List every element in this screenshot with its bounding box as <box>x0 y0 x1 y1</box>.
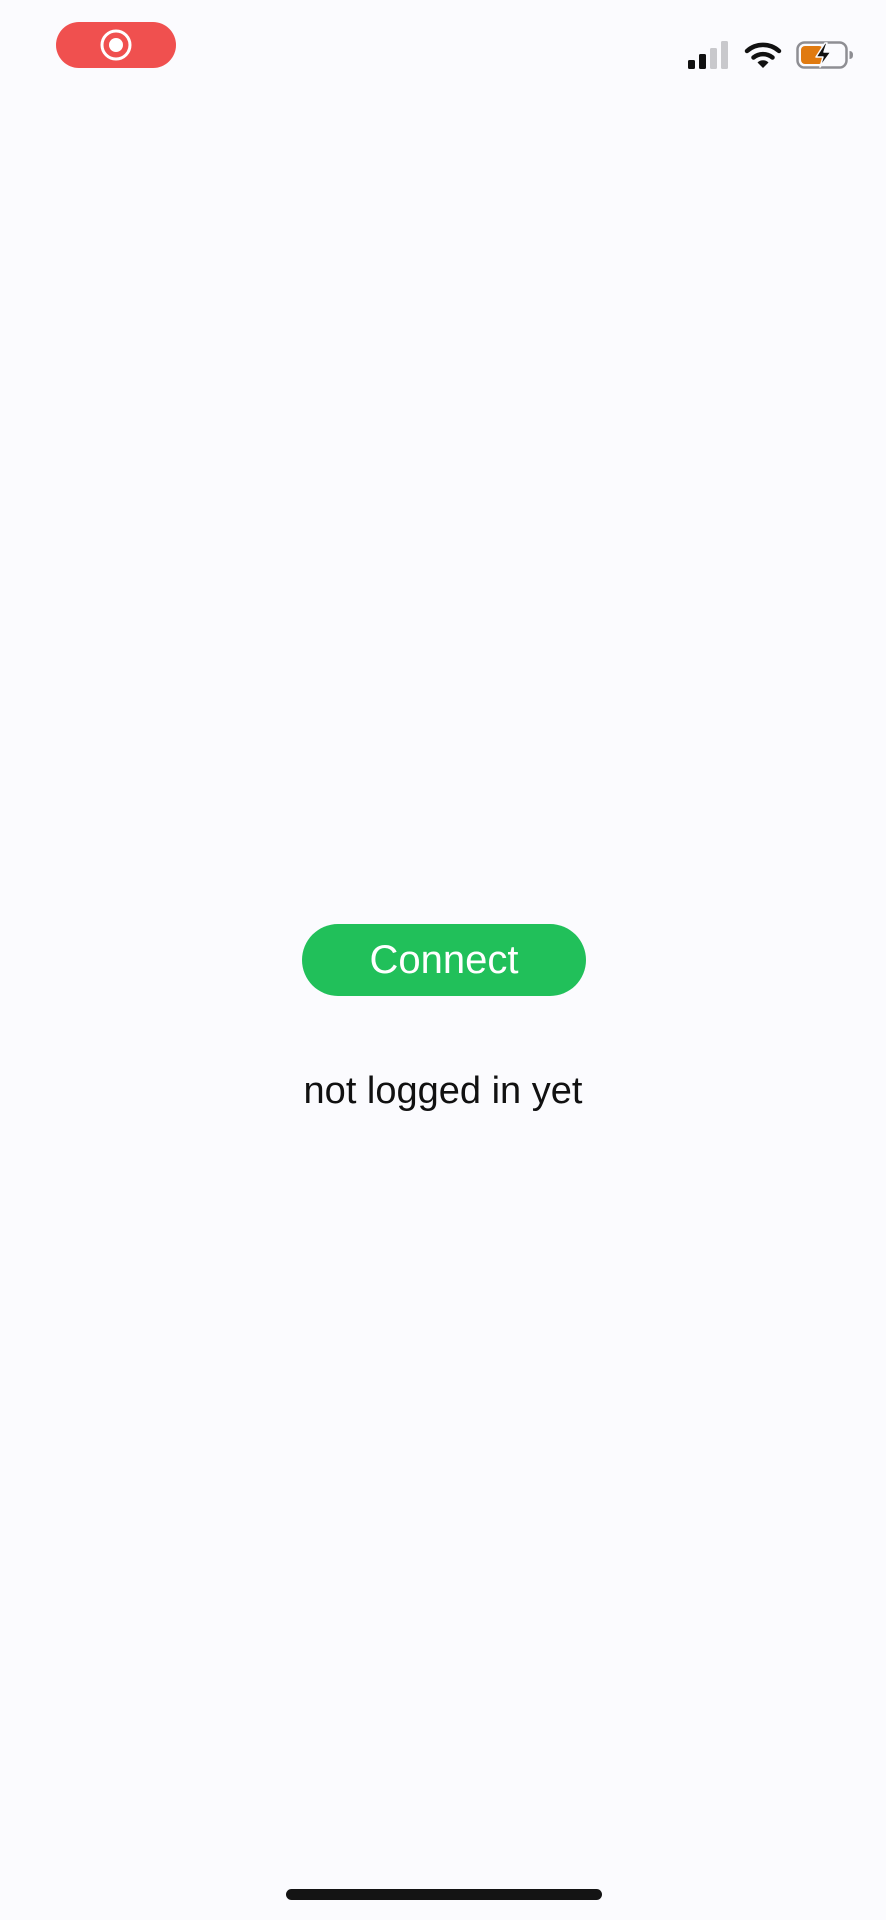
connect-button[interactable]: Connect <box>302 924 586 996</box>
status-icons <box>688 38 854 72</box>
screen-record-icon <box>99 28 133 62</box>
battery-charging-icon <box>796 40 854 70</box>
home-indicator[interactable] <box>286 1889 602 1900</box>
wifi-icon <box>744 40 782 70</box>
login-status-text: not logged in yet <box>303 1070 583 1112</box>
status-bar <box>0 0 886 100</box>
screen-recording-indicator[interactable] <box>56 22 176 68</box>
cellular-signal-icon <box>688 40 730 70</box>
